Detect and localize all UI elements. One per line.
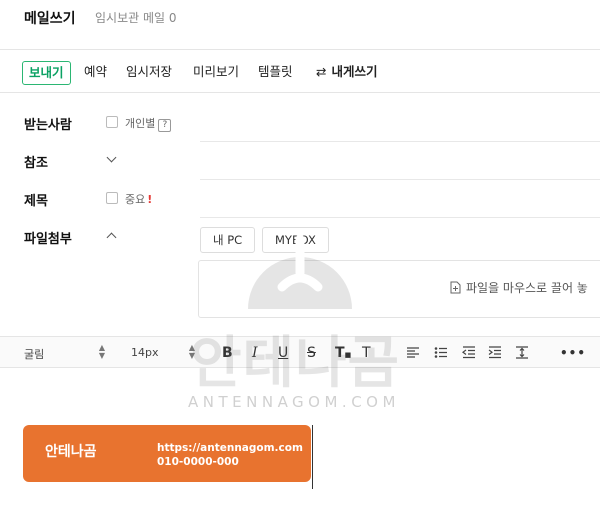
signature-url: https://antennagom.com	[157, 442, 303, 454]
bullet-list-icon[interactable]	[434, 346, 448, 359]
text-caret	[312, 425, 313, 489]
my-pc-button[interactable]: 내 PC	[200, 227, 256, 253]
signature-name: 안테나곰	[45, 444, 97, 460]
drop-hint: 파일을 마우스로 끌어 놓	[450, 279, 588, 296]
to-input-underline	[200, 141, 600, 142]
outdent-icon[interactable]	[462, 346, 476, 359]
cc-label: 참조	[24, 156, 48, 171]
signature-block[interactable]: 안테나곰 https://antennagom.com 010-0000-000	[23, 425, 311, 482]
underline-icon[interactable]: U	[278, 345, 288, 361]
to-label: 받는사람	[24, 118, 72, 133]
size-stepper-icon[interactable]: ▲ ▼	[188, 344, 196, 360]
write-to-self-label: 내게쓰기	[331, 64, 378, 79]
italic-icon[interactable]: I	[252, 345, 258, 361]
cc-input-underline	[200, 179, 600, 180]
individual-option: 개인별?	[125, 115, 172, 132]
reserve-button[interactable]: 예약	[84, 61, 107, 85]
chevron-down-icon[interactable]	[106, 152, 117, 163]
strikethrough-icon[interactable]: S	[307, 345, 316, 361]
important-label: 중요	[125, 193, 146, 206]
compose-header: 메일쓰기 임시보관 메일 0	[0, 0, 600, 50]
page-title: 메일쓰기	[24, 11, 76, 27]
drop-hint-text: 파일을 마우스로 끌어 놓	[466, 281, 588, 295]
important-option: 중요!	[125, 191, 152, 207]
more-options-icon[interactable]: •••	[560, 345, 586, 361]
important-checkbox[interactable]	[106, 192, 118, 204]
mybox-button[interactable]: MYBOX	[262, 227, 329, 253]
help-icon[interactable]: ?	[158, 119, 172, 132]
chevron-up-icon[interactable]	[106, 232, 117, 243]
preview-button[interactable]: 미리보기	[193, 61, 239, 85]
editor-toolbar: 굴림 ▲ ▼ 14px ▲ ▼ B I U S T■ T •••	[0, 336, 600, 368]
compose-toolbar: 보내기 예약 임시저장 미리보기 템플릿 ⇄ 내게쓰기	[0, 51, 600, 93]
file-add-icon	[450, 281, 461, 294]
watermark-subtext: ANTENNAGOM.COM	[188, 393, 400, 411]
indent-icon[interactable]	[488, 346, 502, 359]
bold-icon[interactable]: B	[222, 345, 233, 361]
send-button[interactable]: 보내기	[22, 61, 71, 85]
attach-label: 파일첨부	[24, 232, 72, 247]
important-exclamation-icon: !	[147, 193, 153, 206]
draft-count-link[interactable]: 임시보관 메일 0	[95, 9, 177, 26]
subject-label: 제목	[24, 194, 48, 209]
line-height-icon[interactable]	[515, 346, 529, 359]
text-color-icon[interactable]: T■	[335, 345, 351, 363]
swap-arrows-icon: ⇄	[316, 64, 327, 79]
font-stepper-icon[interactable]: ▲ ▼	[98, 344, 106, 360]
signature-phone: 010-0000-000	[157, 456, 239, 468]
font-size-select[interactable]: 14px	[131, 346, 159, 359]
font-select[interactable]: 굴림	[24, 346, 44, 362]
template-button[interactable]: 템플릿	[258, 61, 293, 85]
individual-label: 개인별	[125, 117, 156, 130]
subject-input-underline	[200, 217, 600, 218]
save-draft-button[interactable]: 임시저장	[126, 61, 172, 85]
individual-checkbox[interactable]	[106, 116, 118, 128]
background-color-icon[interactable]: T	[362, 345, 371, 361]
align-left-icon[interactable]	[406, 346, 420, 359]
write-to-self-button[interactable]: ⇄ 내게쓰기	[316, 61, 378, 85]
